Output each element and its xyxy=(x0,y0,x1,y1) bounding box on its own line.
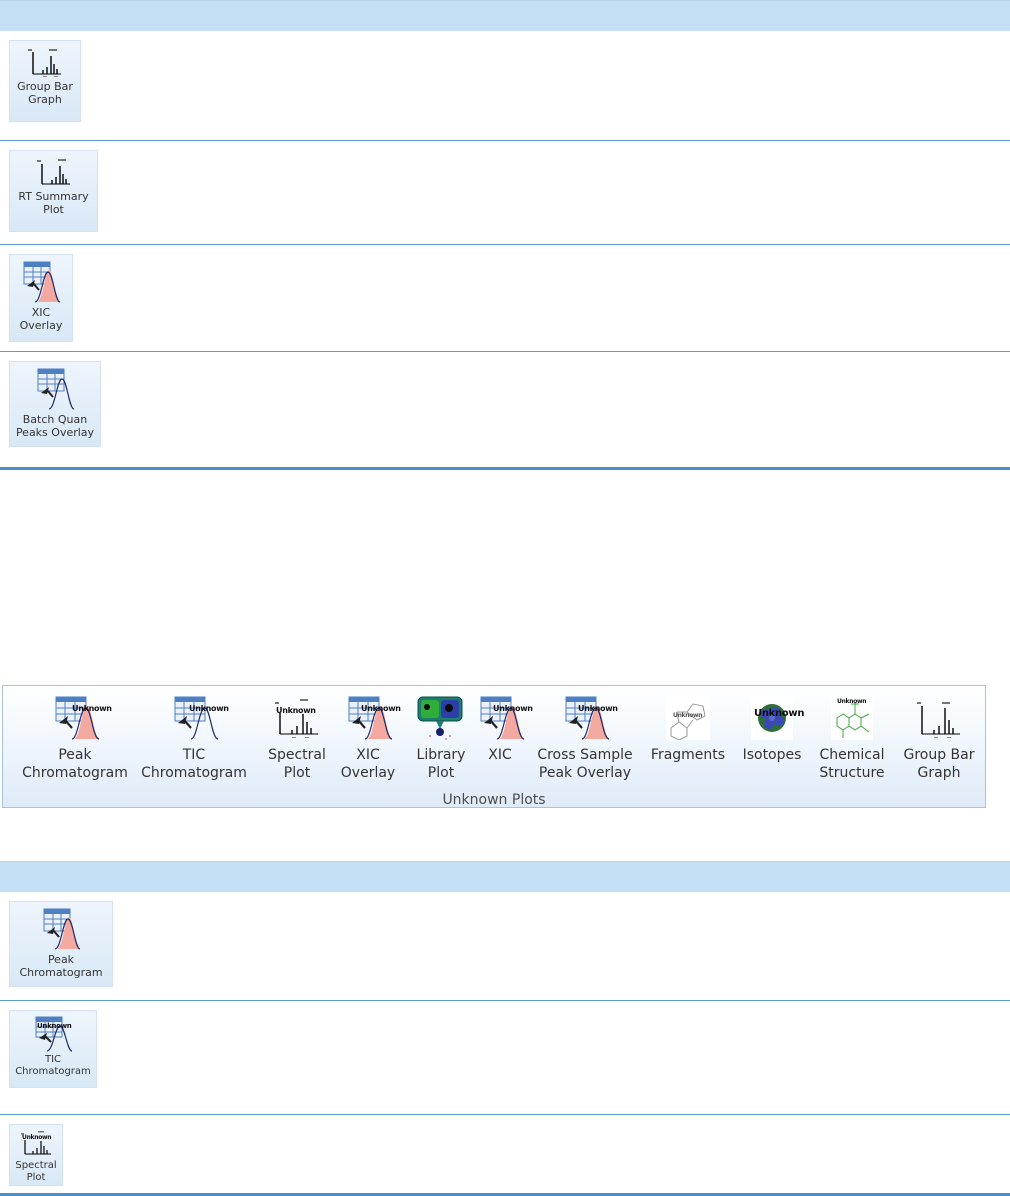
unknown-label: Unknown xyxy=(578,704,618,713)
isotopes-icon: Unknown xyxy=(747,696,804,740)
ribbon-item-label: Library Plot xyxy=(416,747,466,781)
table-row: RT Summary Plot xyxy=(0,141,1010,245)
xic-icon: Unknown xyxy=(475,696,533,740)
library-plot-icon xyxy=(416,696,466,740)
group-bar-graph-icon xyxy=(914,696,964,740)
peak-chromatogram-icon xyxy=(43,908,81,950)
unknown-plots-ribbon-group: Unknown Peak Chromatogram Unknown TIC Ch… xyxy=(2,685,986,808)
ribbon-item-label: Spectral Plot xyxy=(268,747,326,781)
tic-chromatogram-icon: Unknown xyxy=(33,1016,73,1052)
table-row: XIC Overlay xyxy=(0,245,1010,352)
isotopes-button[interactable]: Unknown Isotopes xyxy=(737,696,807,788)
unknown-label: Unknown xyxy=(22,1134,52,1141)
library-plot-button[interactable]: Library Plot xyxy=(409,696,473,788)
rt-summary-plot-button[interactable]: RT Summary Plot xyxy=(9,150,98,232)
xic-button[interactable]: Unknown XIC xyxy=(473,696,533,788)
batch-quan-peaks-overlay-icon xyxy=(37,368,75,410)
peak-chromatogram-button[interactable]: Peak Chromatogram xyxy=(9,901,113,987)
spectral-plot-button[interactable]: Unknown Spectral Plot xyxy=(9,1124,63,1186)
unknown-label: Unknown xyxy=(493,704,533,713)
peak-chromatogram-icon: Unknown xyxy=(50,696,112,740)
ribbon-group-label: Unknown Plots xyxy=(442,792,546,808)
spectral-plot-icon: Unknown xyxy=(272,696,322,740)
button-label: Spectral Plot xyxy=(15,1160,57,1183)
unknown-label: Unknown xyxy=(72,704,112,713)
table-header xyxy=(0,861,1010,892)
chemical-structure-icon: Unknown xyxy=(827,696,877,740)
unknown-label: Unknown xyxy=(276,706,316,715)
fragments-icon: Unknown xyxy=(663,696,713,741)
top-table: Group Bar Graph RT Summary Plot XIC Over… xyxy=(0,0,1010,470)
spectral-plot-icon: Unknown xyxy=(19,1130,53,1158)
xic-overlay-icon xyxy=(23,261,61,303)
ribbon-item-label: XIC Overlay xyxy=(340,747,396,781)
table-row: Peak Chromatogram xyxy=(0,892,1010,1001)
chemical-structure-button[interactable]: Unknown Chemical Structure xyxy=(811,696,893,788)
table-header xyxy=(0,0,1010,31)
table-row: Batch Quan Peaks Overlay xyxy=(0,352,1010,470)
unknown-label: Unknown xyxy=(673,712,703,719)
button-label: TIC Chromatogram xyxy=(15,1054,91,1077)
unknown-label: Unknown xyxy=(754,708,805,719)
button-label: Peak Chromatogram xyxy=(19,953,103,979)
ribbon-item-label: Isotopes xyxy=(742,747,802,763)
peak-chromatogram-button[interactable]: Unknown Peak Chromatogram xyxy=(21,696,129,788)
ribbon-item-label: TIC Chromatogram xyxy=(141,747,247,781)
ribbon-item-label: Peak Chromatogram xyxy=(22,747,128,781)
xic-overlay-button[interactable]: XIC Overlay xyxy=(9,254,73,342)
button-label: Batch Quan Peaks Overlay xyxy=(15,413,95,439)
xic-overlay-icon: Unknown xyxy=(343,696,401,740)
ribbon-item-label: Group Bar Graph xyxy=(903,747,975,781)
table-row: Group Bar Graph xyxy=(0,31,1010,141)
tic-chromatogram-button[interactable]: Unknown TIC Chromatogram xyxy=(139,696,249,788)
fragments-button[interactable]: Unknown Fragments xyxy=(645,696,731,788)
tic-chromatogram-button[interactable]: Unknown TIC Chromatogram xyxy=(9,1010,97,1088)
table-row: Unknown Spectral Plot xyxy=(0,1115,1010,1196)
ribbon-item-label: Cross Sample Peak Overlay xyxy=(537,747,633,781)
button-label: RT Summary Plot xyxy=(18,190,89,216)
group-bar-graph-button[interactable]: Group Bar Graph xyxy=(897,696,981,788)
ribbon-item-label: XIC xyxy=(488,747,512,763)
cross-sample-peak-overlay-button[interactable]: Unknown Cross Sample Peak Overlay xyxy=(533,696,637,788)
xic-overlay-button[interactable]: Unknown XIC Overlay xyxy=(336,696,401,788)
batch-quan-peaks-overlay-button[interactable]: Batch Quan Peaks Overlay xyxy=(9,361,101,447)
cross-sample-peak-overlay-icon: Unknown xyxy=(560,696,618,740)
table-row: Unknown TIC Chromatogram xyxy=(0,1001,1010,1115)
bottom-table: Peak Chromatogram Unknown TIC Chromatogr… xyxy=(0,861,1010,1196)
spectral-plot-button[interactable]: Unknown Spectral Plot xyxy=(262,696,332,788)
button-label: XIC Overlay xyxy=(19,306,63,332)
unknown-label: Unknown xyxy=(189,704,229,713)
ribbon-item-label: Chemical Structure xyxy=(819,747,885,781)
group-bar-graph-button[interactable]: Group Bar Graph xyxy=(9,40,81,122)
unknown-label: Unknown xyxy=(361,704,401,713)
rt-summary-plot-icon xyxy=(36,159,70,185)
unknown-label: Unknown xyxy=(37,1022,72,1030)
unknown-label: Unknown xyxy=(837,698,867,705)
button-label: Group Bar Graph xyxy=(17,80,73,106)
group-bar-graph-icon xyxy=(28,49,61,77)
tic-chromatogram-icon: Unknown xyxy=(169,696,229,740)
ribbon-item-label: Fragments xyxy=(650,747,726,763)
